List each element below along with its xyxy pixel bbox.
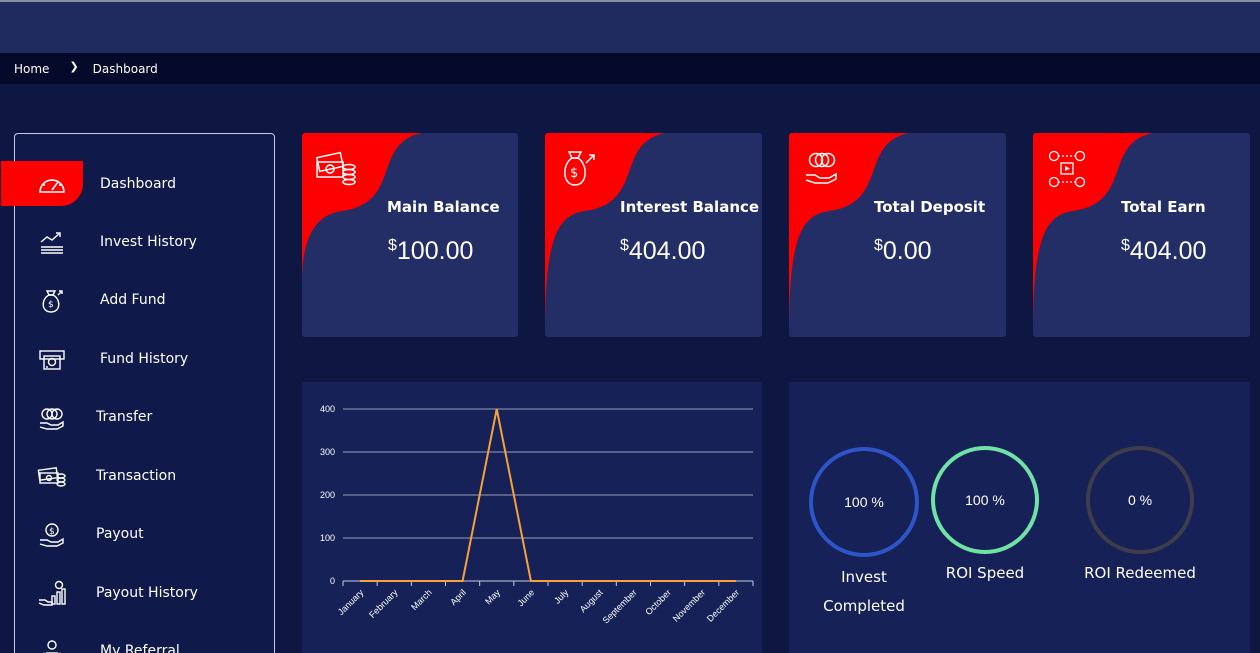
payout-chart-icon [37, 580, 67, 608]
sidebar-item-label: Payout History [96, 585, 198, 601]
sidebar-item-label: Fund History [100, 351, 189, 367]
monthly-chart-panel: 0 100 200 300 400 January February March April Ma… [302, 382, 762, 653]
breadcrumb-current: Dashboard [92, 61, 158, 76]
x-tick-label: April [448, 587, 468, 607]
y-tick-label: 200 [320, 490, 335, 500]
users-icon [37, 638, 67, 653]
cash-coins-icon [37, 463, 67, 491]
gauge-value: 0 % [1127, 492, 1153, 508]
roi-stats-panel: 100 % Invest Completed 100 % ROI Speed 0… [789, 382, 1250, 653]
sidebar-item-label: Add Fund [100, 292, 166, 308]
hand-coin-icon: $ [37, 521, 67, 549]
gauge-label: ROI Redeemed [1084, 564, 1196, 582]
card-title: Total Earn [1121, 198, 1206, 216]
x-tick-label: January [336, 587, 366, 617]
sidebar-item-label: Invest History [100, 234, 197, 250]
breadcrumb: Home ❯ Dashboard [0, 53, 1260, 84]
coins-hand-icon [802, 149, 844, 189]
card-amount: $404.00 [1121, 237, 1207, 265]
coins-hand-icon [37, 404, 67, 432]
svg-text:$: $ [570, 166, 578, 181]
sidebar-item-payout[interactable]: $ Payout [15, 511, 274, 557]
y-tick-label: 0 [330, 576, 335, 586]
growth-chart-icon [37, 229, 67, 257]
svg-text:$: $ [49, 527, 55, 537]
sidebar-item-payout-history[interactable]: Payout History [15, 570, 274, 616]
main-balance-card: Main Balance $100.00 [302, 133, 518, 337]
card-title: Interest Balance [620, 198, 760, 216]
card-amount: $404.00 [620, 237, 706, 265]
monthly-line-chart: 0 100 200 300 400 January February March April Ma… [320, 404, 754, 626]
gauge-label: Invest Completed [823, 568, 905, 615]
sidebar-item-label: Transaction [96, 468, 177, 484]
card-amount: $0.00 [874, 237, 932, 265]
chevron-right-icon: ❯ [69, 60, 79, 73]
progress-ring: 100 % [809, 447, 919, 557]
sidebar-item-label: My Referral [100, 643, 180, 653]
sidebar-item-transfer[interactable]: Transfer [15, 394, 274, 440]
gauge-label: ROI Speed [945, 564, 1025, 582]
x-tick-label: December [705, 587, 741, 623]
speedometer-icon [37, 171, 67, 199]
y-tick-label: 300 [320, 447, 335, 457]
sidebar-item-label: Transfer [96, 409, 153, 425]
x-tick-label: March [409, 587, 434, 612]
x-tick-label: February [367, 587, 400, 620]
sidebar-item-dashboard[interactable]: Dashboard [1, 161, 274, 207]
sidebar-item-label: Payout [96, 526, 144, 542]
x-tick-label: October [643, 587, 673, 617]
invest-completed-gauge: 100 % Invest Completed [809, 447, 919, 621]
roi-speed-gauge: 100 % ROI Speed [922, 446, 1048, 588]
x-tick-label: August [578, 587, 605, 614]
sidebar-item-transaction[interactable]: Transaction [15, 453, 274, 499]
interest-balance-card: $ Interest Balance $404.00 [545, 133, 762, 337]
svg-text:$: $ [48, 300, 54, 310]
x-tick-label: September [601, 587, 639, 625]
card-title: Total Deposit [874, 198, 986, 216]
card-title: Main Balance [387, 198, 500, 216]
total-deposit-card: Total Deposit $0.00 [789, 133, 1006, 337]
sidebar-item-my-referral[interactable]: My Referral [15, 628, 274, 653]
sidebar-item-label: Dashboard [100, 176, 176, 192]
breadcrumb-home-link[interactable]: Home [14, 62, 49, 76]
card-amount: $100.00 [388, 237, 474, 265]
sidebar-item-invest-history[interactable]: Invest History [15, 219, 274, 265]
top-navbar [0, 0, 1260, 53]
gauge-value: 100 % [965, 492, 1005, 508]
sidebar: Dashboard Invest History $ Add Fund Fund… [1, 133, 275, 653]
x-tick-label: June [515, 587, 536, 608]
total-earn-card: Total Earn $404.00 [1033, 133, 1250, 337]
y-tick-label: 100 [320, 533, 335, 543]
sidebar-item-fund-history[interactable]: Fund History [15, 336, 274, 382]
roi-redeemed-gauge: 0 % ROI Redeemed [1075, 446, 1205, 588]
cash-coins-icon [315, 149, 357, 189]
progress-ring: 100 % [931, 446, 1039, 554]
money-bag-icon: $ [558, 149, 600, 189]
gauge-value: 100 % [844, 494, 884, 510]
sidebar-item-add-fund[interactable]: $ Add Fund [15, 277, 274, 323]
y-tick-label: 400 [320, 404, 335, 414]
progress-ring: 0 % [1086, 446, 1194, 554]
x-tick-label: November [671, 587, 707, 623]
earnings-network-icon [1046, 149, 1088, 189]
cash-machine-icon [37, 346, 67, 374]
money-bag-icon: $ [37, 287, 67, 315]
x-tick-label: July [552, 587, 571, 606]
x-tick-label: May [483, 587, 502, 606]
